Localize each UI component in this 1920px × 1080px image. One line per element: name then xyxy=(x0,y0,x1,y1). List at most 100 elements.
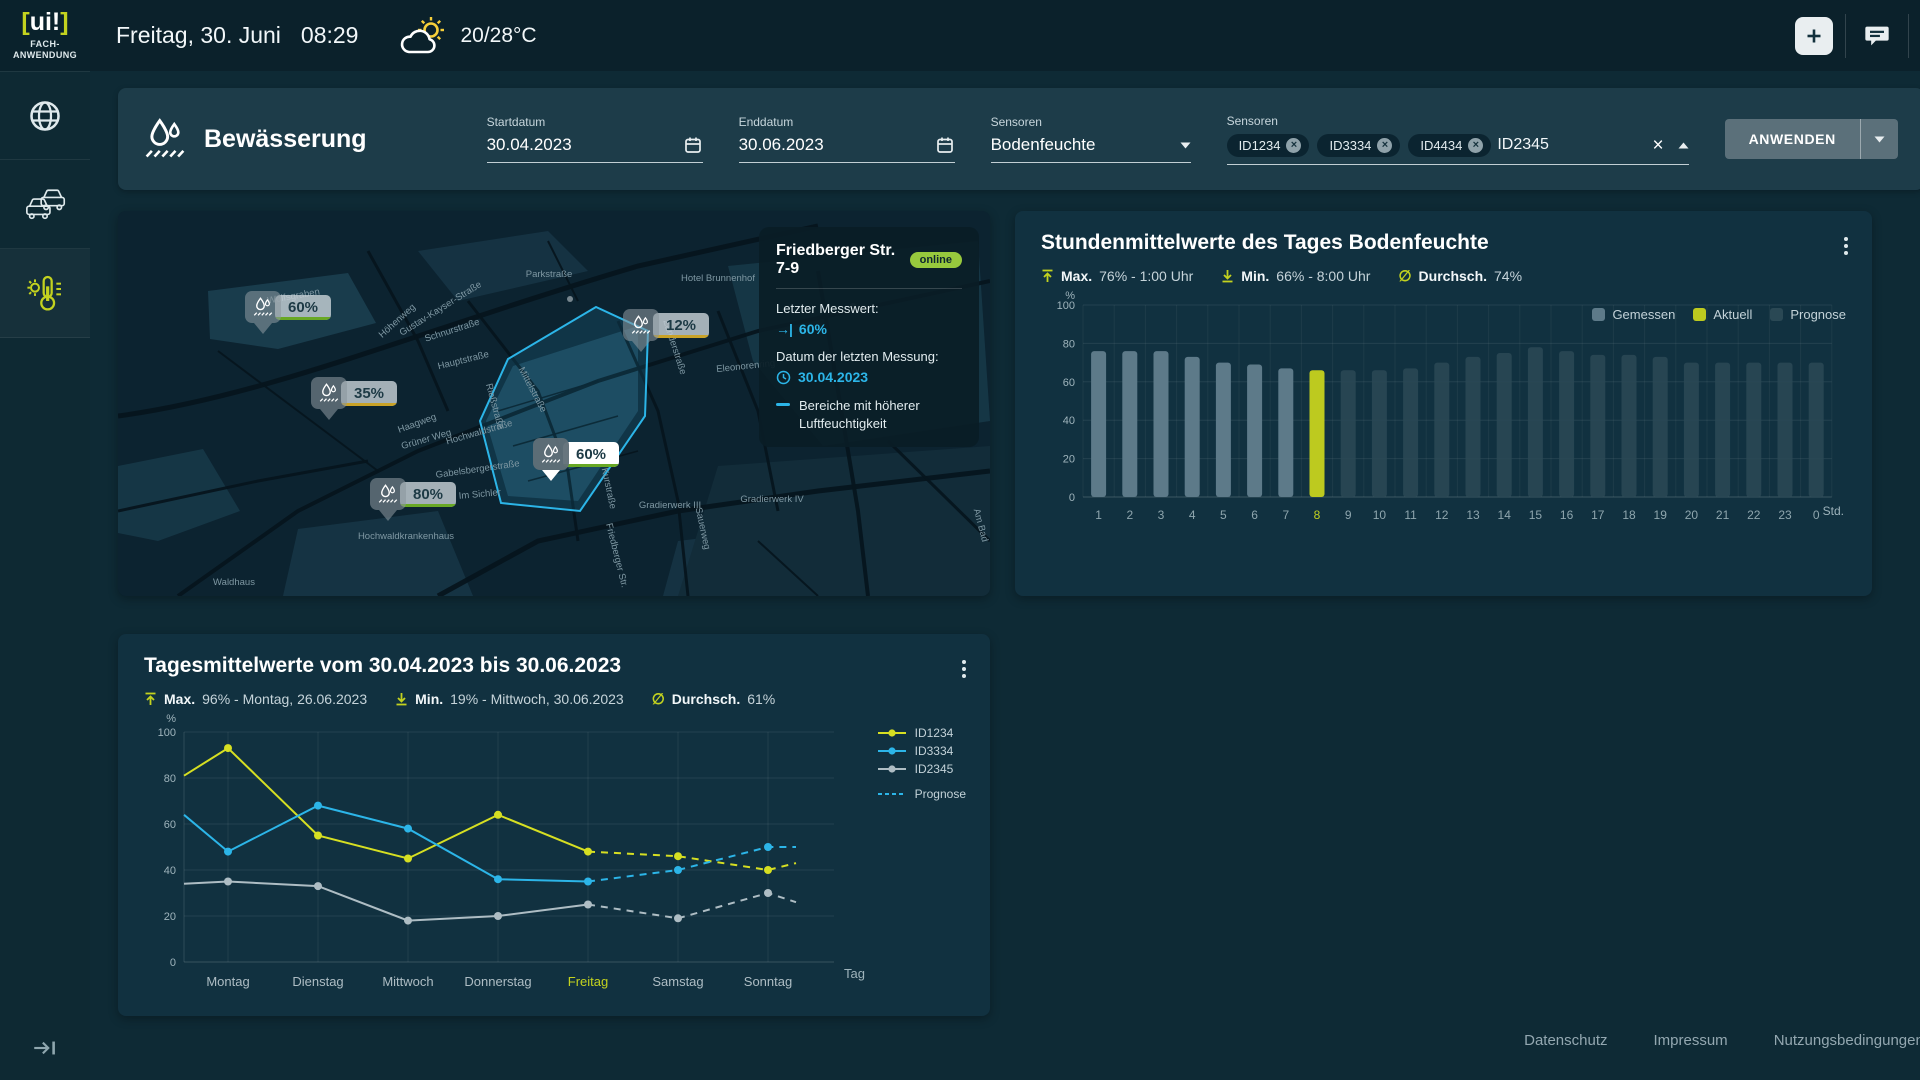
map-marker-2[interactable]: 12% xyxy=(623,309,659,341)
svg-text:9: 9 xyxy=(1345,508,1352,522)
map-panel[interactable]: WolfsgrabenParkstraßeHotel BrunnenhofHöh… xyxy=(118,211,990,596)
notifications-button[interactable]: 1 xyxy=(1909,0,1920,71)
daily-legend: ID1234ID3334ID2345Prognose xyxy=(877,726,966,801)
plus-icon xyxy=(1795,17,1833,55)
kebab-menu-icon[interactable] xyxy=(958,656,970,682)
svg-text:12: 12 xyxy=(1435,508,1449,522)
irrigation-icon xyxy=(541,444,561,464)
expand-sidebar-icon xyxy=(31,1034,59,1062)
legend-swatch xyxy=(1693,308,1706,321)
bar-hour-20 xyxy=(1684,363,1699,497)
stat-label: Durchsch. xyxy=(1419,268,1487,284)
sensor-chip-label: ID4434 xyxy=(1420,138,1462,153)
sensor-chip[interactable]: ID1234 × xyxy=(1227,134,1310,157)
street-label: Gradierwerk III xyxy=(639,500,701,511)
bar-hour-16 xyxy=(1559,351,1574,497)
sensor-chip-label: ID3334 xyxy=(1329,138,1371,153)
start-date-label: Startdatum xyxy=(487,115,703,129)
svg-text:21: 21 xyxy=(1716,508,1730,522)
svg-text:Mittwoch: Mittwoch xyxy=(382,974,433,989)
apply-button[interactable]: ANWENDEN xyxy=(1725,119,1860,159)
marker-status-bar xyxy=(653,335,709,338)
add-button[interactable] xyxy=(1783,0,1845,71)
brand-text: [ui!] xyxy=(21,10,68,35)
sensor-chip-label: ID1234 xyxy=(1239,138,1281,153)
daily-line-chart: 020406080100%MontagDienstagMittwochDonne… xyxy=(144,710,964,994)
svg-text:0: 0 xyxy=(1813,508,1820,522)
sensor-type-field[interactable]: Sensoren Bodenfeuchte xyxy=(991,115,1191,163)
svg-text:18: 18 xyxy=(1622,508,1636,522)
sensor-type-value[interactable]: Bodenfeuchte xyxy=(991,135,1096,155)
svg-text:Freitag: Freitag xyxy=(568,974,608,989)
bar-hour-10 xyxy=(1372,370,1387,497)
sensor-chip[interactable]: ID4434 × xyxy=(1408,134,1491,157)
footer-link-datenschutz[interactable]: Datenschutz xyxy=(1524,1032,1607,1049)
sidebar-item-traffic[interactable] xyxy=(0,160,90,249)
map-marker-1[interactable]: 60% xyxy=(245,291,281,323)
svg-text:40: 40 xyxy=(164,865,176,877)
hourly-chart-panel: Stundenmittelwerte des Tages Bodenfeucht… xyxy=(1015,211,1872,596)
marker-value-label: 35% xyxy=(341,381,397,406)
calendar-icon[interactable] xyxy=(683,135,703,155)
end-date-value[interactable]: 30.06.2023 xyxy=(739,135,824,155)
tooltip-divider xyxy=(776,288,962,289)
messages-button[interactable] xyxy=(1846,0,1908,71)
svg-text:22: 22 xyxy=(1747,508,1761,522)
marker-value: 12% xyxy=(666,317,696,334)
legend-item-id3334: ID3334 xyxy=(877,744,966,758)
legend-label: Aktuell xyxy=(1713,307,1752,322)
stat-label: Durchsch. xyxy=(672,691,740,707)
svg-text:20: 20 xyxy=(1685,508,1699,522)
sensor-ids-field[interactable]: Sensoren ID1234×ID3334×ID4434× ID2345 × xyxy=(1227,114,1689,165)
main-content: Bewässerung Startdatum 30.04.2023 Enddat… xyxy=(90,71,1920,1080)
map-marker-5[interactable]: 80% xyxy=(370,478,406,510)
svg-text:1: 1 xyxy=(1095,508,1102,522)
legend-swatch xyxy=(1770,308,1783,321)
chip-remove-icon[interactable]: × xyxy=(1286,138,1301,153)
svg-text:Std.: Std. xyxy=(1823,504,1844,518)
marker-pin xyxy=(370,478,406,510)
svg-text:14: 14 xyxy=(1498,508,1512,522)
irrigation-icon xyxy=(378,484,398,504)
app-root: [ui!] FACH-ANWENDUNG Freitag, 30. Juni 0… xyxy=(0,0,1920,1080)
sidebar xyxy=(0,71,90,1080)
stat-value: 74% xyxy=(1494,268,1522,284)
sensor-chips: ID1234 × ID3334 × ID4434 × xyxy=(1227,134,1492,157)
sidebar-item-irrigation[interactable] xyxy=(0,249,90,338)
chevron-up-icon[interactable] xyxy=(1678,142,1689,149)
marker-value-label: 12% xyxy=(653,313,709,338)
chip-remove-icon[interactable]: × xyxy=(1377,138,1392,153)
apply-dropdown-button[interactable] xyxy=(1860,119,1898,159)
footer-link-nutzungsbedingungen[interactable]: Nutzungsbedingungen xyxy=(1774,1032,1920,1049)
calendar-icon[interactable] xyxy=(935,135,955,155)
svg-text:15: 15 xyxy=(1529,508,1543,522)
svg-text:16: 16 xyxy=(1560,508,1574,522)
clear-icon[interactable]: × xyxy=(1652,136,1663,155)
chevron-down-icon[interactable] xyxy=(1180,142,1191,149)
kebab-menu-icon[interactable] xyxy=(1840,233,1852,259)
sensor-chip[interactable]: ID3334 × xyxy=(1317,134,1400,157)
legend-item-gemessen: Gemessen xyxy=(1592,307,1675,322)
brand-bracket-open: [ xyxy=(21,8,29,36)
legend-item-id1234: ID1234 xyxy=(877,726,966,740)
sensor-id-input[interactable]: ID2345 xyxy=(1497,136,1549,154)
marker-value: 35% xyxy=(354,385,384,402)
legend-label: ID2345 xyxy=(915,762,954,776)
start-date-field[interactable]: Startdatum 30.04.2023 xyxy=(487,115,703,163)
arrow-to-bar-icon: →| xyxy=(776,321,792,337)
sidebar-item-globe[interactable] xyxy=(0,71,90,160)
chip-remove-icon[interactable]: × xyxy=(1468,138,1483,153)
bar-hour-4 xyxy=(1185,357,1200,497)
start-date-value[interactable]: 30.04.2023 xyxy=(487,135,572,155)
end-date-field[interactable]: Enddatum 30.06.2023 xyxy=(739,115,955,163)
map-marker-4[interactable]: 60% xyxy=(533,438,569,470)
footer: Datenschutz Impressum Nutzungsbedingunge… xyxy=(118,1032,1920,1049)
bar-hour-14 xyxy=(1497,353,1512,497)
sidebar-expand-button[interactable] xyxy=(0,1016,90,1080)
app-logo: [ui!] FACH-ANWENDUNG xyxy=(0,0,90,71)
footer-link-impressum[interactable]: Impressum xyxy=(1654,1032,1728,1049)
map-marker-3[interactable]: 35% xyxy=(311,377,347,409)
stat-value: 61% xyxy=(747,691,775,707)
svg-text:0: 0 xyxy=(1069,492,1075,504)
marker-status-bar xyxy=(275,317,331,320)
